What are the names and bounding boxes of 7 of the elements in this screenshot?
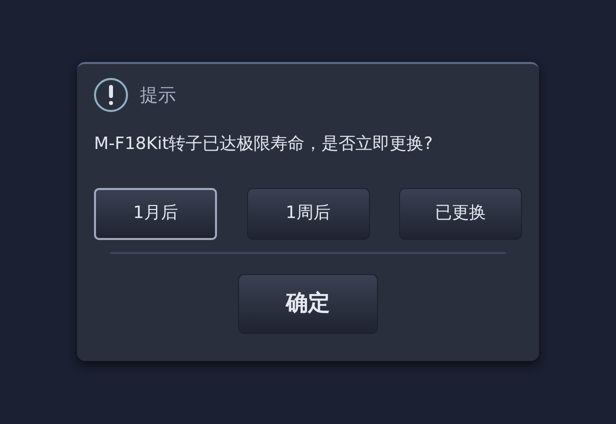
alert-icon xyxy=(94,78,128,112)
option-button[interactable]: 已更换 xyxy=(399,188,522,240)
dialog-title: 提示 xyxy=(140,84,176,108)
option-button[interactable]: 1周后 xyxy=(246,188,370,240)
dialog-message: M-F18Kit转子已达极限寿命，是否立即更换? xyxy=(94,133,434,156)
option-button[interactable]: 1月后 xyxy=(94,188,217,240)
confirm-button[interactable]: 确定 xyxy=(238,274,378,334)
